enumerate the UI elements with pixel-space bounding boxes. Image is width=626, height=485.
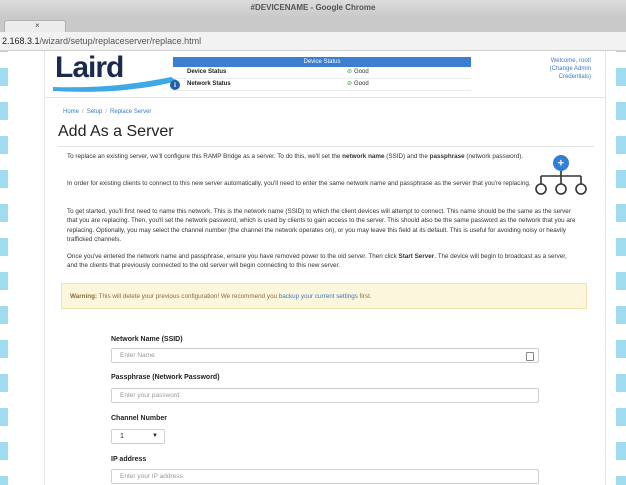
channel-value: 1 [120,433,124,440]
url-text[interactable]: 2.168.3.1/wizard/setup/replaceserver/rep… [2,36,201,46]
breadcrumb-home[interactable]: Home [63,109,79,115]
instructions-paragraph: To get started, you'll first need to nam… [67,208,576,244]
change-admin-credentials-link-cont[interactable]: Credentials) [559,74,591,80]
header-divider [45,97,605,98]
warning-text-end: first. [357,293,372,300]
status-label: Device Status [187,69,227,75]
ip-label: IP address [111,456,147,463]
change-admin-credentials-link[interactable]: (Change Admin [550,66,591,72]
passphrase-placeholder: Enter your password [120,392,180,399]
breadcrumb-setup[interactable]: Setup [87,109,103,115]
ip-placeholder: Enter your IP address [120,473,183,480]
tab-close-icon[interactable]: × [35,21,40,30]
status-heading: Device Status [173,57,471,67]
channel-select[interactable]: 1 ▼ [111,429,165,444]
status-row: Device Status ⊘ Good [173,67,471,79]
breadcrumb-separator: / [82,109,84,115]
device-status-panel: Device Status Device Status ⊘ Good Networ… [170,57,471,91]
ssid-input[interactable]: Enter Name [111,348,539,363]
network-topology-icon: + [535,155,587,195]
breadcrumb: Home / Setup / Replace Server [63,109,151,115]
welcome-user-link[interactable]: Welcome, root! [551,58,591,64]
status-value: Good [354,69,369,75]
page-content: Laird Device Status Device Status ⊘ Good … [44,51,606,485]
status-row: Network Status ⊘ Good [173,79,471,91]
clipboard-icon[interactable] [526,352,534,361]
decorative-right-edge [616,0,626,485]
svg-text:+: + [558,158,564,170]
intro-paragraph: To replace an existing server, we'll con… [67,152,537,161]
text-segment: Once you've entered the network name and… [67,253,399,260]
breadcrumb-separator: / [105,109,108,115]
status-value-wrap: ⊘ Good [327,79,471,90]
check-circle-icon: ⊘ [347,69,353,75]
text-emphasis: network name [342,153,385,160]
backup-settings-link[interactable]: backup your current settings [279,293,358,300]
check-circle-icon: ⊘ [347,81,353,87]
page-title: Add As a Server [58,123,174,140]
ip-address-input[interactable]: Enter your IP address [111,469,539,484]
status-value: Good [354,81,369,87]
text-emphasis: passphrase [429,153,465,160]
status-label: Network Status [187,81,231,87]
welcome-block: Welcome, root! (Change Admin Credentials… [550,57,591,81]
start-server-paragraph: Once you've entered the network name and… [67,252,577,271]
tab-strip: × [0,18,626,33]
title-divider [58,146,594,147]
ssid-placeholder: Enter Name [120,352,155,359]
window-titlebar: #DEVICENAME - Google Chrome [0,0,626,19]
chevron-down-icon: ▼ [152,433,158,439]
warning-label: Warning: [70,293,98,300]
warning-alert: Warning: This will delete your previous … [61,283,587,309]
info-icon[interactable]: i [170,80,180,90]
url-host: 2.168.3.1 [2,36,40,46]
passphrase-input[interactable]: Enter your password [111,388,539,403]
window-title: #DEVICENAME - Google Chrome [250,3,376,12]
text-segment: (network password). [464,153,524,160]
clients-paragraph: In order for existing clients to connect… [67,180,531,187]
warning-text: This will delete your previous configura… [97,293,279,300]
ssid-label: Network Name (SSID) [111,336,183,343]
text-emphasis: Start Server [398,253,435,260]
laird-logo[interactable]: Laird [53,51,178,93]
passphrase-label: Passphrase (Network Password) [111,374,220,381]
address-bar[interactable]: 2.168.3.1/wizard/setup/replaceserver/rep… [0,32,626,51]
channel-label: Channel Number [111,415,168,422]
text-segment: (SSID) and the [384,153,430,160]
breadcrumb-current: Replace Server [110,109,152,115]
decorative-left-edge [0,0,8,485]
url-path: /wizard/setup/replaceserver/replace.html [39,36,202,46]
text-segment: To replace an existing server, we'll con… [67,153,343,160]
status-value-wrap: ⊘ Good [327,67,471,78]
logo-swoosh-icon [53,77,178,92]
